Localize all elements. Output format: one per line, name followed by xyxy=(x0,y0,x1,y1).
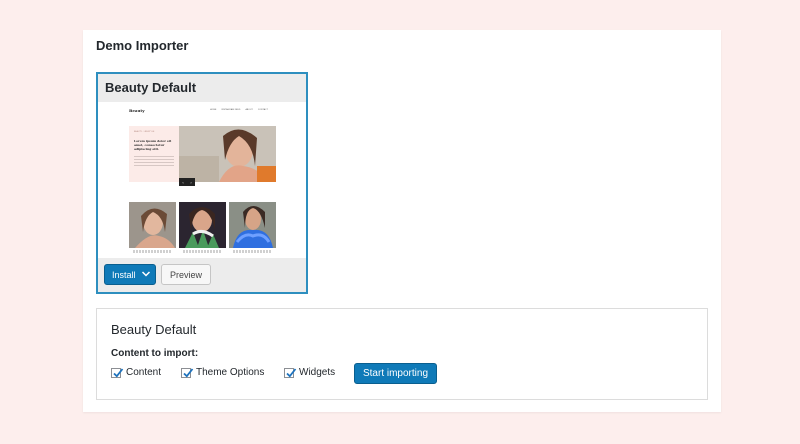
demo-card[interactable]: Beauty Default Beauty HOME INSTAGRAM FEE… xyxy=(96,72,308,294)
checkmark-icon xyxy=(286,367,297,378)
checkmark-icon xyxy=(183,367,194,378)
thumbnail-logo: Beauty xyxy=(129,108,145,113)
thumbnail-grid-image xyxy=(179,202,226,248)
thumbnail-slider-arrows: ‹ › xyxy=(179,178,195,186)
install-label: Install xyxy=(112,269,136,280)
option-theme-options[interactable]: Theme Options xyxy=(181,367,264,378)
install-button[interactable]: Install xyxy=(104,264,156,285)
thumbnail-nav-item: INSTAGRAM FEED xyxy=(221,109,241,111)
checkmark-icon xyxy=(113,367,124,378)
content-checkbox[interactable] xyxy=(111,367,124,378)
thumbnail-hero-kicker: BEAUTY · LIFESTYLE xyxy=(134,131,155,133)
demo-card-title: Beauty Default xyxy=(98,74,306,102)
thumbnail-grid-image xyxy=(129,202,176,248)
thumbnail-grid-image xyxy=(229,202,276,248)
demo-card-actions: Install Preview xyxy=(98,258,306,292)
chevron-down-icon[interactable] xyxy=(141,269,151,279)
preview-button[interactable]: Preview xyxy=(161,264,211,285)
thumbnail-nav-item: CONTACT xyxy=(257,109,269,111)
start-importing-button[interactable]: Start importing xyxy=(354,363,437,384)
thumbnail-hero-image xyxy=(179,126,276,182)
thumbnail-hero-paragraph xyxy=(134,156,174,166)
option-content[interactable]: Content xyxy=(111,367,161,378)
thumbnail-caption xyxy=(133,250,171,253)
thumbnail-caption xyxy=(233,250,271,253)
import-demo-title: Beauty Default xyxy=(111,322,197,337)
thumbnail-nav-item: HOME xyxy=(210,109,217,111)
page-title: Demo Importer xyxy=(96,38,189,53)
chevron-right-icon: › xyxy=(190,179,192,185)
demo-importer-panel: Demo Importer Beauty Default Beauty HOME… xyxy=(83,30,721,412)
content-option-label: Content xyxy=(126,367,162,378)
thumbnail-hero-text: Lorem ipsum dolor sit amet, consectetur … xyxy=(134,139,172,151)
theme-options-checkbox[interactable] xyxy=(181,367,194,378)
chevron-left-icon: ‹ xyxy=(182,179,184,185)
option-widgets[interactable]: Widgets xyxy=(284,367,335,378)
thumbnail-hero-panel xyxy=(129,126,179,182)
thumbnail-caption xyxy=(183,250,221,253)
thumbnail-nav: HOME INSTAGRAM FEED ABOUT CONTACT xyxy=(210,109,268,111)
widgets-checkbox[interactable] xyxy=(284,367,297,378)
import-options-box: Beauty Default Content to import: Conten… xyxy=(96,308,708,400)
content-to-import-label: Content to import: xyxy=(111,348,199,359)
thumbnail-nav-item: ABOUT xyxy=(245,109,253,111)
widgets-option-label: Widgets xyxy=(299,367,336,378)
theme-options-option-label: Theme Options xyxy=(196,367,265,378)
demo-thumbnail[interactable]: Beauty HOME INSTAGRAM FEED ABOUT CONTACT… xyxy=(98,102,306,258)
